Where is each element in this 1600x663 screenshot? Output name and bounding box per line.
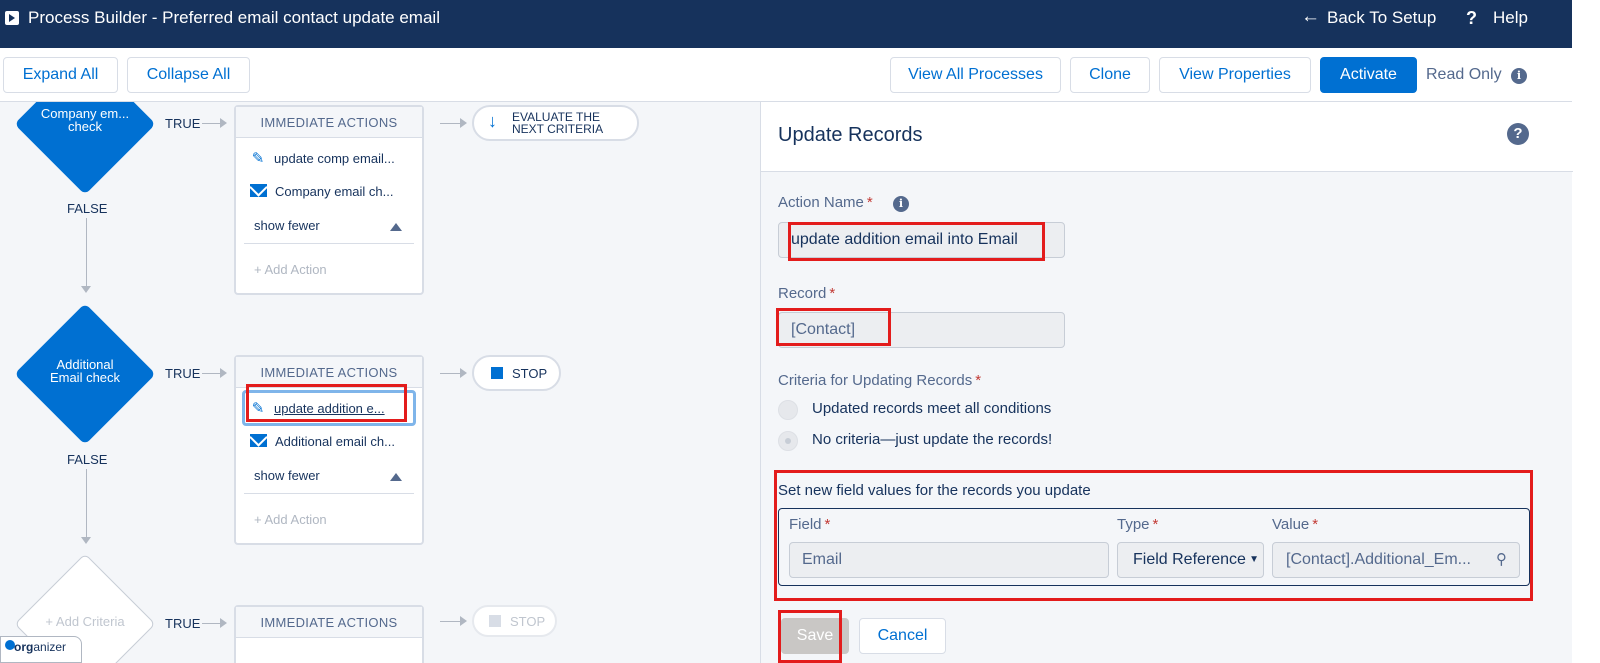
arrow-right-icon xyxy=(220,368,227,378)
show-fewer-link[interactable]: show fewer xyxy=(254,218,320,233)
help-link[interactable]: Help xyxy=(1493,8,1528,28)
show-fewer-link[interactable]: show fewer xyxy=(254,468,320,483)
connector xyxy=(202,123,222,124)
back-arrow-icon[interactable]: ← xyxy=(1301,6,1320,28)
evaluate-next-criteria-node[interactable]: ↓ EVALUATE THE NEXT CRITERIA xyxy=(472,105,639,141)
annotation-highlight xyxy=(246,384,407,422)
arrow-down-icon xyxy=(81,286,91,293)
clone-button[interactable]: Clone xyxy=(1070,57,1150,93)
action-name-label: Action Name * xyxy=(778,194,873,211)
radio-meet-conditions[interactable] xyxy=(778,400,798,420)
activate-button[interactable]: Activate xyxy=(1320,57,1417,93)
add-action-button[interactable]: + Add Action xyxy=(254,512,327,527)
organizer-tab[interactable]: organizer xyxy=(0,636,82,663)
arrow-right-icon xyxy=(460,616,467,626)
stop-icon xyxy=(489,615,501,627)
pencil-icon: ✎ xyxy=(251,150,265,167)
immediate-actions-group: IMMEDIATE ACTIONS xyxy=(234,605,424,663)
connector xyxy=(86,469,87,539)
annotation-highlight xyxy=(788,222,1045,261)
expand-all-button[interactable]: Expand All xyxy=(3,57,118,93)
process-canvas: Company em... check TRUE FALSE IMMEDIATE… xyxy=(0,102,760,663)
criteria-node-label: Company em... check xyxy=(40,106,130,134)
true-label: TRUE xyxy=(165,116,201,131)
arrow-right-icon xyxy=(460,368,467,378)
false-label: FALSE xyxy=(67,201,108,216)
email-icon xyxy=(250,434,267,447)
add-criteria-label: + Add Criteria xyxy=(45,614,125,629)
arrow-right-icon xyxy=(460,118,467,128)
arrow-down-icon: ↓ xyxy=(488,111,497,131)
stop-node-disabled: STOP xyxy=(472,605,557,637)
immediate-actions-group: IMMEDIATE ACTIONS ✎ update comp email... … xyxy=(234,105,424,295)
process-builder-icon xyxy=(5,11,19,25)
criteria-node-label: Additional Email check xyxy=(49,357,121,385)
radio-label: Updated records meet all conditions xyxy=(812,400,1052,417)
action-name-info-icon[interactable]: i xyxy=(893,196,909,212)
email-icon xyxy=(250,184,267,197)
immediate-actions-header: IMMEDIATE ACTIONS xyxy=(236,107,422,138)
connector xyxy=(202,373,222,374)
action-item[interactable]: ✎ update comp email... xyxy=(250,149,395,167)
action-item[interactable]: Company email ch... xyxy=(250,184,394,199)
criteria-label: Criteria for Updating Records * xyxy=(778,372,982,389)
divider xyxy=(244,243,414,244)
arrow-right-icon xyxy=(220,118,227,128)
divider xyxy=(244,493,414,494)
collapse-triangle-icon[interactable] xyxy=(390,223,402,231)
annotation-highlight xyxy=(774,470,1533,601)
radio-label: No criteria—just update the records! xyxy=(812,431,1053,448)
evaluate-label: EVALUATE THE NEXT CRITERIA xyxy=(512,110,604,136)
stop-node[interactable]: STOP xyxy=(472,355,561,391)
connector xyxy=(440,123,462,124)
action-item[interactable]: Additional email ch... xyxy=(250,434,395,449)
read-only-info-icon[interactable]: i xyxy=(1511,68,1527,84)
view-all-processes-button[interactable]: View All Processes xyxy=(890,57,1061,93)
annotation-highlight xyxy=(776,308,891,346)
collapse-triangle-icon[interactable] xyxy=(390,473,402,481)
connector xyxy=(86,218,87,288)
arrow-right-icon xyxy=(220,618,227,628)
back-to-setup-link[interactable]: Back To Setup xyxy=(1327,8,1436,28)
help-icon[interactable]: ? xyxy=(1466,8,1477,29)
connector xyxy=(202,623,222,624)
toolbar: Expand All Collapse All View All Process… xyxy=(0,48,1572,102)
read-only-label: Read Only xyxy=(1426,66,1502,83)
radio-no-criteria[interactable] xyxy=(778,431,798,451)
app-header: Process Builder - Preferred email contac… xyxy=(0,0,1572,48)
panel-title: Update Records xyxy=(778,124,923,146)
window-edge xyxy=(1572,0,1600,663)
immediate-actions-header: IMMEDIATE ACTIONS xyxy=(236,607,422,638)
record-label: Record * xyxy=(778,285,836,302)
stop-icon xyxy=(491,367,503,379)
false-label: FALSE xyxy=(67,452,108,467)
cancel-button[interactable]: Cancel xyxy=(859,618,946,654)
panel-header: Update Records ? xyxy=(761,102,1573,172)
add-action-button[interactable]: + Add Action xyxy=(254,262,327,277)
help-icon[interactable]: ? xyxy=(1507,123,1529,145)
collapse-all-button[interactable]: Collapse All xyxy=(127,57,250,93)
true-label: TRUE xyxy=(165,366,201,381)
connector xyxy=(440,621,462,622)
arrow-down-icon xyxy=(81,537,91,544)
true-label: TRUE xyxy=(165,616,201,631)
page-title: Process Builder - Preferred email contac… xyxy=(28,8,440,27)
annotation-highlight xyxy=(778,610,842,663)
view-properties-button[interactable]: View Properties xyxy=(1159,57,1311,93)
properties-panel: Update Records ? Action Name * i update a… xyxy=(760,102,1573,663)
connector xyxy=(440,373,462,374)
